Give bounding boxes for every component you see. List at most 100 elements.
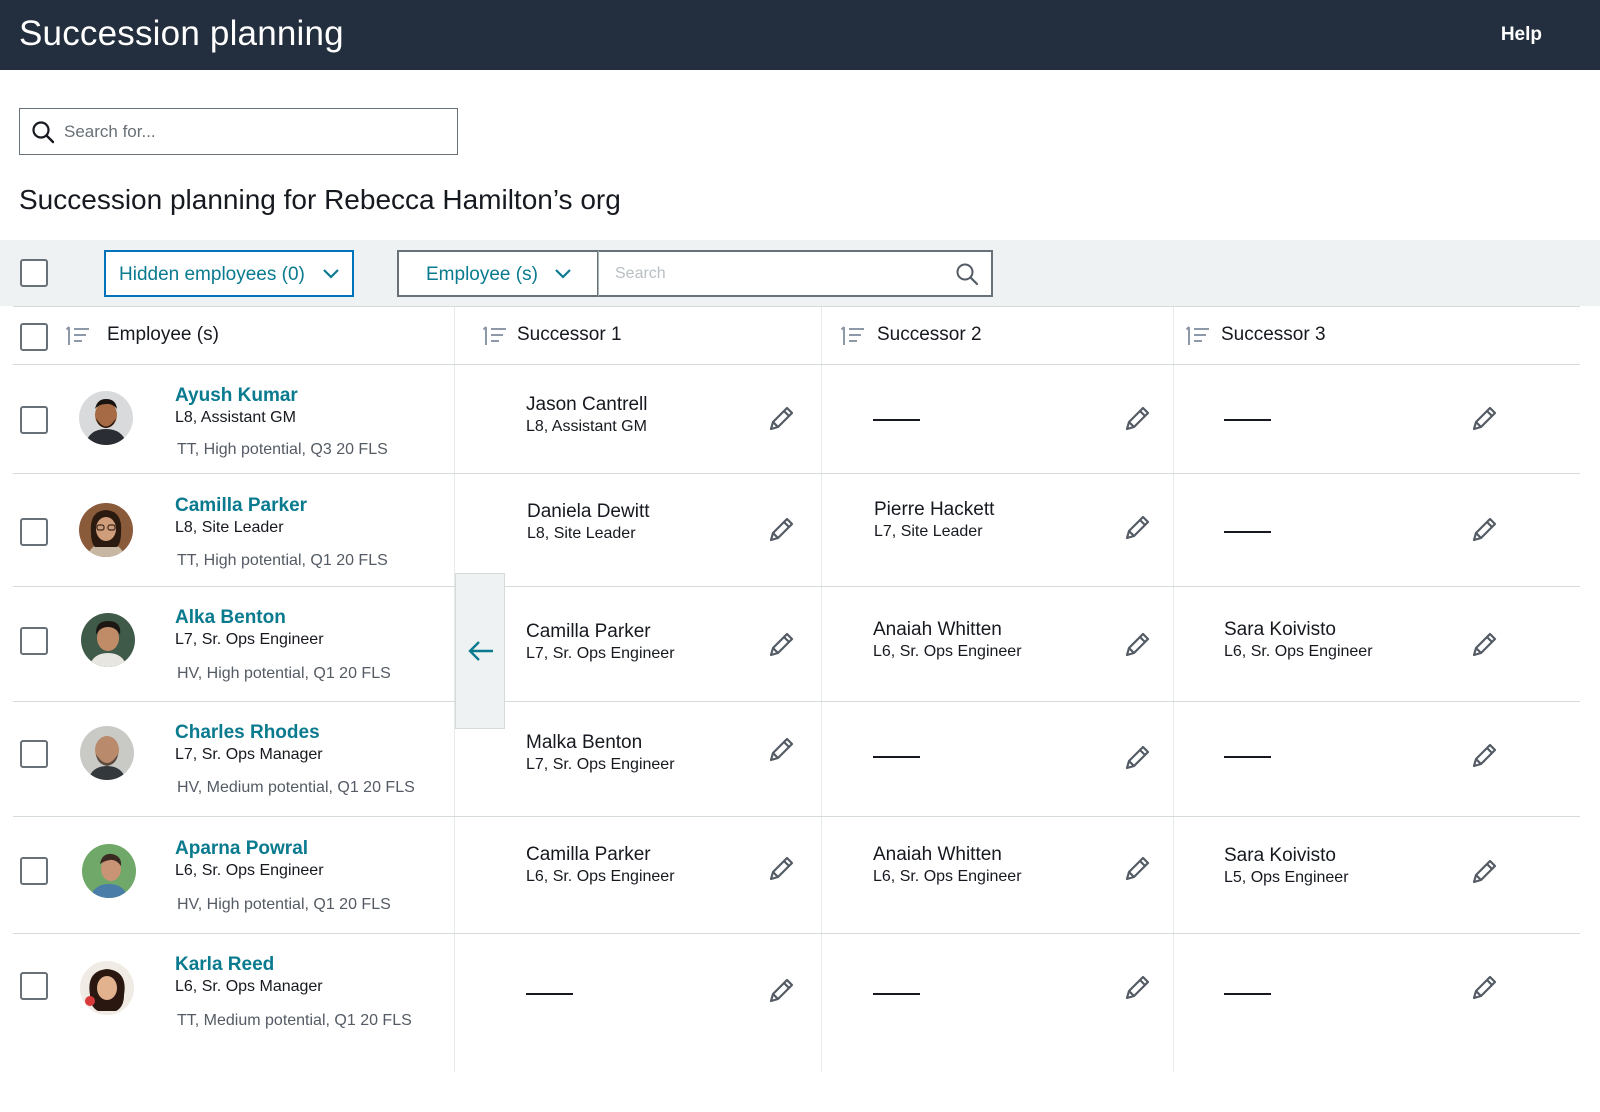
avatar bbox=[81, 613, 135, 667]
edit-pencil-icon[interactable] bbox=[1122, 628, 1154, 660]
successor-name: Sara Koivisto bbox=[1224, 845, 1336, 866]
empty-successor-dash bbox=[1224, 993, 1271, 995]
avatar bbox=[80, 961, 134, 1015]
empty-successor-dash bbox=[1224, 419, 1271, 421]
employee-name-link[interactable]: Aparna Powral bbox=[175, 838, 308, 860]
select-all-checkbox[interactable] bbox=[20, 259, 48, 287]
page-title: Succession planning for Rebecca Hamilton… bbox=[19, 184, 621, 215]
column-header-successor-2[interactable]: Successor 2 bbox=[841, 306, 1161, 364]
employee-name-link[interactable]: Ayush Kumar bbox=[175, 385, 298, 407]
table-row: Charles Rhodes L7, Sr. Ops Manager HV, M… bbox=[0, 702, 1600, 816]
column-header-label: Successor 3 bbox=[1221, 324, 1326, 345]
search-icon[interactable] bbox=[955, 262, 979, 286]
edit-pencil-icon[interactable] bbox=[1469, 855, 1501, 887]
edit-pencil-icon[interactable] bbox=[1469, 628, 1501, 660]
edit-pencil-icon[interactable] bbox=[766, 852, 798, 884]
empty-successor-dash bbox=[1224, 531, 1271, 533]
employee-filter-label: Employee (s) bbox=[426, 264, 538, 285]
table-search-input[interactable] bbox=[615, 252, 935, 295]
employee-tags: HV, High potential, Q1 20 FLS bbox=[177, 665, 391, 682]
help-link[interactable]: Help bbox=[1501, 24, 1542, 46]
edit-pencil-icon[interactable] bbox=[766, 974, 798, 1006]
successor-role: L5, Ops Engineer bbox=[1224, 869, 1349, 886]
hidden-employees-label: Hidden employees (0) bbox=[119, 264, 305, 285]
app-title: Succession planning bbox=[19, 14, 344, 53]
employee-role: L6, Sr. Ops Engineer bbox=[175, 862, 324, 879]
column-header-successor-3[interactable]: Successor 3 bbox=[1186, 306, 1506, 364]
successor-name: Camilla Parker bbox=[526, 621, 651, 642]
column-header-label: Successor 2 bbox=[877, 324, 982, 345]
edit-pencil-icon[interactable] bbox=[766, 628, 798, 660]
employee-role: L8, Site Leader bbox=[175, 519, 284, 536]
employee-tags: HV, High potential, Q1 20 FLS bbox=[177, 896, 391, 913]
global-search-input[interactable] bbox=[64, 109, 449, 154]
column-header-employee[interactable]: Employee (s) bbox=[66, 306, 446, 364]
edit-pencil-icon[interactable] bbox=[766, 402, 798, 434]
avatar bbox=[79, 391, 133, 445]
edit-pencil-icon[interactable] bbox=[1469, 513, 1501, 545]
employee-name-link[interactable]: Karla Reed bbox=[175, 954, 274, 976]
employee-role: L7, Sr. Ops Engineer bbox=[175, 631, 324, 648]
table-row: Ayush Kumar L8, Assistant GM TT, High po… bbox=[0, 365, 1600, 475]
row-checkbox[interactable] bbox=[20, 627, 48, 655]
empty-successor-dash bbox=[526, 993, 573, 995]
row-checkbox[interactable] bbox=[20, 857, 48, 885]
empty-successor-dash bbox=[1224, 756, 1271, 758]
employee-tags: TT, High potential, Q3 20 FLS bbox=[177, 441, 388, 458]
employee-name-link[interactable]: Camilla Parker bbox=[175, 495, 307, 517]
filter-toolbar: Hidden employees (0) Employee (s) bbox=[0, 240, 1600, 306]
sort-icon[interactable] bbox=[483, 325, 507, 347]
top-bar: Succession planning Help bbox=[0, 0, 1600, 70]
chevron-down-icon bbox=[323, 269, 339, 279]
collapse-column-button[interactable] bbox=[455, 573, 505, 729]
column-header-successor-1[interactable]: Successor 1 bbox=[483, 306, 813, 364]
sort-icon[interactable] bbox=[841, 325, 865, 347]
edit-pencil-icon[interactable] bbox=[1469, 971, 1501, 1003]
employee-filter-dropdown[interactable]: Employee (s) bbox=[397, 250, 599, 297]
table-search-box[interactable] bbox=[598, 250, 993, 297]
edit-pencil-icon[interactable] bbox=[1469, 739, 1501, 771]
successor-name: Malka Benton bbox=[526, 732, 643, 753]
employee-tags: HV, Medium potential, Q1 20 FLS bbox=[177, 779, 415, 796]
avatar bbox=[79, 503, 133, 557]
avatar bbox=[80, 726, 134, 780]
edit-pencil-icon[interactable] bbox=[1469, 402, 1501, 434]
successor-role: L6, Sr. Ops Engineer bbox=[873, 868, 1022, 885]
edit-pencil-icon[interactable] bbox=[1122, 741, 1154, 773]
sort-icon[interactable] bbox=[66, 325, 90, 347]
employee-name-link[interactable]: Charles Rhodes bbox=[175, 722, 320, 744]
successor-name: Daniela Dewitt bbox=[527, 501, 650, 522]
hidden-employees-dropdown[interactable]: Hidden employees (0) bbox=[104, 250, 354, 297]
table-row: Karla Reed L6, Sr. Ops Manager TT, Mediu… bbox=[0, 934, 1600, 1050]
row-checkbox[interactable] bbox=[20, 740, 48, 768]
employee-name-link[interactable]: Alka Benton bbox=[175, 607, 286, 629]
successor-role: L8, Site Leader bbox=[527, 525, 636, 542]
avatar bbox=[82, 844, 136, 898]
empty-successor-dash bbox=[873, 419, 920, 421]
empty-successor-dash bbox=[873, 756, 920, 758]
row-checkbox[interactable] bbox=[20, 406, 48, 434]
header-checkbox[interactable] bbox=[20, 323, 48, 351]
successor-role: L7, Sr. Ops Engineer bbox=[526, 645, 675, 662]
table-row: Alka Benton L7, Sr. Ops Engineer HV, Hig… bbox=[0, 587, 1600, 701]
table-row: Aparna Powral L6, Sr. Ops Engineer HV, H… bbox=[0, 817, 1600, 933]
edit-pencil-icon[interactable] bbox=[1122, 511, 1154, 543]
row-checkbox[interactable] bbox=[20, 518, 48, 546]
edit-pencil-icon[interactable] bbox=[1122, 852, 1154, 884]
column-header-label: Successor 1 bbox=[517, 324, 622, 345]
row-checkbox[interactable] bbox=[20, 972, 48, 1000]
edit-pencil-icon[interactable] bbox=[766, 733, 798, 765]
successor-name: Anaiah Whitten bbox=[873, 619, 1002, 640]
employee-role: L8, Assistant GM bbox=[175, 409, 296, 426]
employee-tags: TT, High potential, Q1 20 FLS bbox=[177, 552, 388, 569]
successor-role: L8, Assistant GM bbox=[526, 418, 647, 435]
successor-name: Pierre Hackett bbox=[874, 499, 995, 520]
employee-role: L6, Sr. Ops Manager bbox=[175, 978, 323, 995]
edit-pencil-icon[interactable] bbox=[766, 513, 798, 545]
edit-pencil-icon[interactable] bbox=[1122, 402, 1154, 434]
successor-name: Jason Cantrell bbox=[526, 394, 648, 415]
edit-pencil-icon[interactable] bbox=[1122, 971, 1154, 1003]
employee-tags: TT, Medium potential, Q1 20 FLS bbox=[177, 1012, 412, 1029]
sort-icon[interactable] bbox=[1186, 325, 1210, 347]
global-search-box[interactable] bbox=[19, 108, 458, 155]
